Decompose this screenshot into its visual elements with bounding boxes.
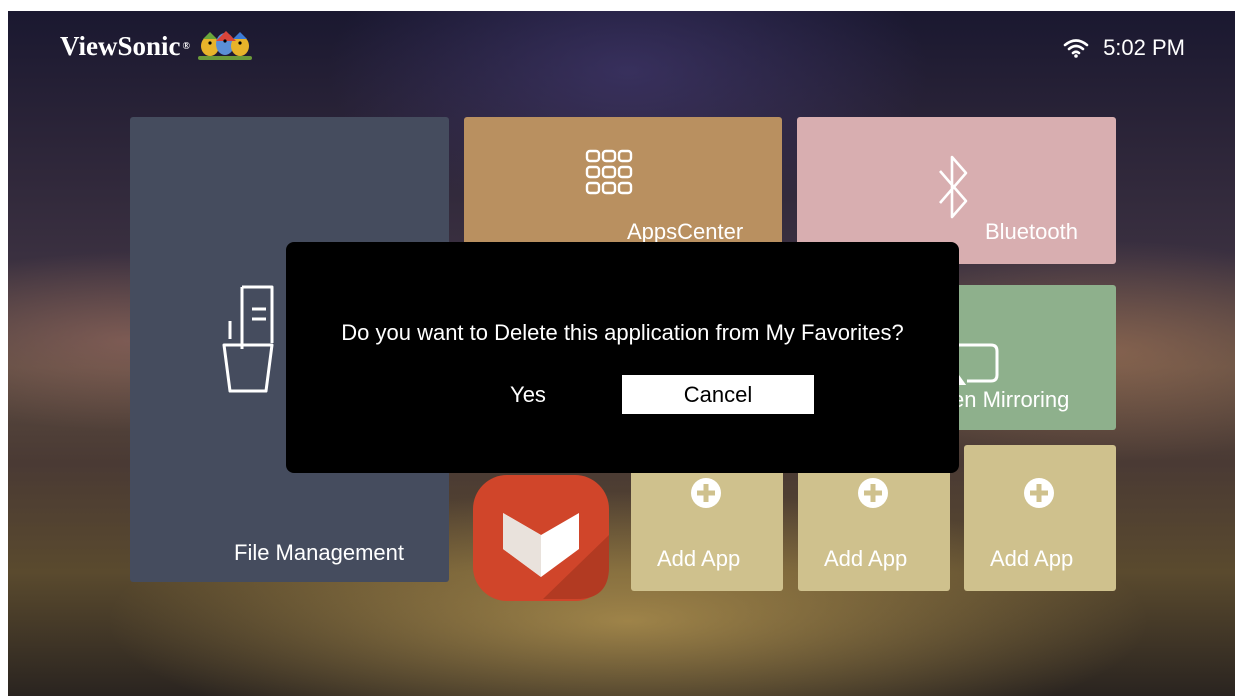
plus-circle-icon xyxy=(1024,478,1054,508)
aptoide-app-icon[interactable] xyxy=(471,473,611,603)
tile-label-bluetooth: Bluetooth xyxy=(985,219,1078,244)
clock: 5:02 PM xyxy=(1103,35,1185,60)
file-folder-icon xyxy=(222,285,274,393)
tile-label-screen-mirroring: en Mirroring xyxy=(952,387,1070,412)
wifi-icon xyxy=(1063,39,1089,58)
yes-button[interactable]: Yes xyxy=(468,375,588,414)
launcher-screen: ViewSonic ® 5:02 PM File Management Apps… xyxy=(8,11,1235,696)
delete-favorite-dialog: Do you want to Delete this application f… xyxy=(286,242,959,473)
bluetooth-icon xyxy=(939,155,968,219)
cancel-button[interactable]: Cancel xyxy=(622,375,814,414)
dialog-message: Do you want to Delete this application f… xyxy=(341,320,904,345)
tile-label-add-app: Add App xyxy=(990,546,1074,571)
tile-add-app-3[interactable]: Add App xyxy=(964,445,1116,591)
brand-logo: ViewSonic ® xyxy=(60,29,254,63)
apps-grid-icon xyxy=(585,149,633,195)
birds-logo-icon xyxy=(197,31,252,60)
tile-label-add-app: Add App xyxy=(657,546,741,571)
tile-label-file-management: File Management xyxy=(234,540,404,565)
brand-name: ViewSonic xyxy=(60,30,181,61)
brand-registered-mark: ® xyxy=(182,40,190,52)
plus-circle-icon xyxy=(858,478,888,508)
plus-circle-icon xyxy=(691,478,721,508)
tile-label-add-app: Add App xyxy=(824,546,908,571)
status-bar: 5:02 PM xyxy=(1063,35,1185,61)
